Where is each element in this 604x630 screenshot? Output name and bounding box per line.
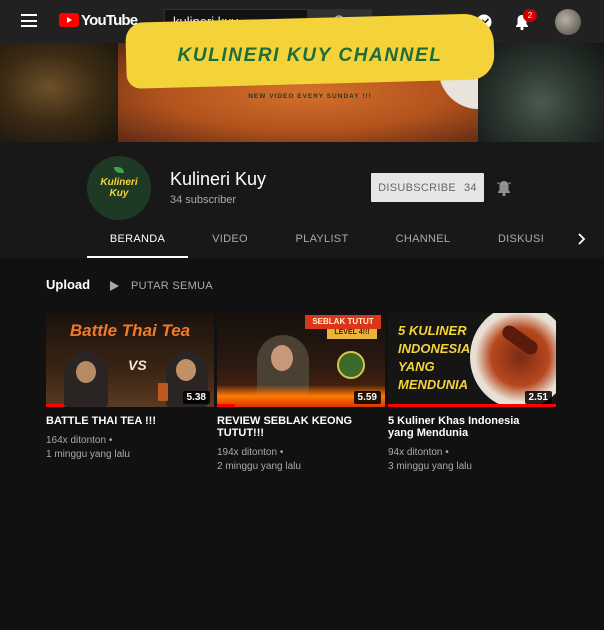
thumbnail-line-2: INDONESIA (398, 341, 471, 356)
chevron-right-icon[interactable] (576, 233, 586, 245)
upload-section-title: Upload (46, 277, 91, 292)
channel-avatar-text: Kulineri Kuy (87, 177, 151, 199)
youtube-play-icon (59, 13, 79, 27)
channel-tabs: BERANDA VIDEO PLAYLIST CHANNEL DISKUSI (0, 221, 604, 258)
drink-cup-image (158, 383, 168, 401)
unsubscribe-count: 34 (464, 181, 477, 194)
person-right-face (176, 359, 196, 381)
watch-progress-bar (46, 404, 65, 407)
thumbnail-line-3: YANG (398, 359, 435, 374)
unsubscribe-button[interactable]: DISUBSCRIBE 34 (371, 173, 484, 202)
play-all-label: PUTAR SEMUA (131, 279, 213, 292)
video-age-2: 2 minggu yang lalu (217, 461, 301, 472)
thumbnail-title-text: Battle Thai Tea (69, 321, 191, 340)
banner-subtitle: NEW VIDEO EVERY SUNDAY !!! (248, 93, 372, 100)
banner-spices-image (0, 43, 124, 142)
video-title-1[interactable]: BATTLE THAI TEA !!! (46, 415, 206, 427)
logo-text: YouTube (81, 12, 138, 29)
video-duration: 5.59 (353, 391, 381, 404)
banner-herbs-image (478, 43, 604, 142)
avatar-text-line-1: Kulineri (100, 177, 138, 188)
channel-name: Kulineri Kuy (170, 169, 267, 189)
tab-beranda[interactable]: BERANDA (87, 221, 188, 258)
video-views-2: 194x ditonton • (217, 447, 284, 458)
avatar-text-line-2: Kuy (109, 188, 129, 199)
video-title-3[interactable]: 5 Kuliner Khas Indonesia yang Mendunia (388, 415, 548, 439)
play-icon (110, 280, 119, 291)
hamburger-menu-icon[interactable] (21, 14, 37, 27)
watch-progress-bar (217, 404, 236, 407)
thumbnail-subtitle-text: LEVEL 4!!! (334, 329, 370, 336)
thumbnail-line-1: 5 KULINER (398, 323, 467, 338)
tab-channel[interactable]: CHANNEL (381, 221, 465, 256)
thumbnail-title-text: SEBLAK TUTUT (312, 317, 374, 326)
person-left-face (76, 361, 96, 383)
person-face (271, 345, 293, 371)
view-count: 164x ditonton (46, 435, 107, 446)
video-title-2[interactable]: REVIEW SEBLAK KEONG TUTUT!!! (217, 415, 377, 439)
video-age-3: 3 minggu yang lalu (388, 461, 472, 472)
video-duration: 5.38 (182, 391, 210, 404)
video-thumbnail-2[interactable]: SEBLAK TUTUT LEVEL 4!!! 5.59 (217, 313, 385, 407)
notification-bell-icon[interactable] (495, 179, 513, 197)
video-views-1: 164x ditonton • (46, 435, 113, 446)
play-all-button[interactable]: PUTAR SEMUA (110, 279, 213, 292)
thumbnail-line-4: MENDUNIA (398, 377, 469, 392)
view-count: 194x ditonton (217, 447, 278, 458)
bowl-image (337, 351, 365, 379)
subscriber-count: 34 subscriber (170, 194, 237, 206)
notification-count-badge: 2 (523, 9, 537, 22)
account-avatar[interactable] (555, 9, 581, 35)
watch-progress-bar (388, 404, 556, 407)
banner-title: KULINERI KUY CHANNEL (177, 45, 443, 66)
video-thumbnail-3[interactable]: 5 KULINER INDONESIA YANG MENDUNIA 2.51 (388, 313, 556, 407)
video-age-1: 1 minggu yang lalu (46, 449, 130, 460)
video-views-3: 94x ditonton • (388, 447, 449, 458)
view-count: 94x ditonton (388, 447, 443, 458)
tab-video[interactable]: VIDEO (188, 221, 272, 256)
video-thumbnail-1[interactable]: Battle Thai Tea VS 5.38 (46, 313, 214, 407)
video-duration: 2.51 (524, 391, 552, 404)
thumbnail-vs-text: VS (128, 357, 147, 373)
tab-diskusi[interactable]: DISKUSI (479, 221, 563, 256)
tab-playlist[interactable]: PLAYLIST (280, 221, 364, 256)
unsubscribe-label: DISUBSCRIBE (378, 181, 457, 194)
